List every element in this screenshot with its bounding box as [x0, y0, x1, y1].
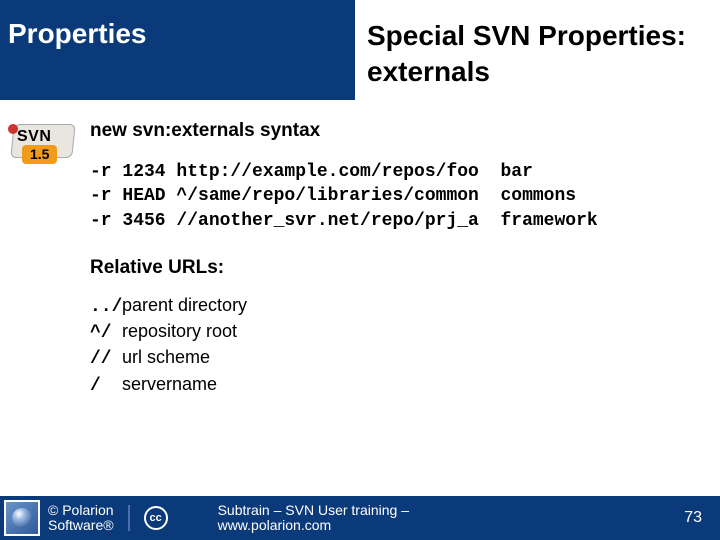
svn-logo-icon: SVN 1.5 [10, 120, 78, 168]
section-title: new svn:externals syntax [90, 120, 598, 142]
relative-url-item: //url scheme [90, 345, 598, 371]
copyright-line1: © Polarion [48, 503, 114, 518]
footer-center-text: Subtrain – SVN User training – www.polar… [168, 503, 685, 534]
svn-version-badge: 1.5 [22, 145, 57, 164]
code-block: -r 1234 http://example.com/repos/foo bar… [90, 160, 598, 233]
relative-url-item: /servername [90, 372, 598, 398]
cc-icon: cc [144, 506, 168, 530]
syntax-section: new svn:externals syntax -r 1234 http://… [90, 120, 598, 398]
rel-symbol: ^/ [90, 321, 122, 345]
header-right-title: Special SVN Properties: externals [355, 0, 720, 100]
code-line: -r HEAD ^/same/repo/libraries/common com… [90, 186, 576, 206]
rel-desc: parent directory [122, 295, 247, 315]
relative-urls-list: ../parent directory ^/repository root //… [90, 293, 598, 398]
rel-desc: url scheme [122, 347, 210, 367]
rel-symbol: ../ [90, 295, 122, 319]
header-title-line1: Special SVN Properties: [367, 18, 708, 54]
relative-url-item: ../parent directory [90, 293, 598, 319]
slide-footer: © Polarion Software® cc Subtrain – SVN U… [0, 496, 720, 540]
rel-symbol: / [90, 374, 122, 398]
code-line: -r 3456 //another_svr.net/repo/prj_a fra… [90, 211, 598, 231]
relative-url-item: ^/repository root [90, 319, 598, 345]
footer-center-line2: www.polarion.com [218, 518, 685, 533]
polarion-logo-icon [4, 500, 40, 536]
rel-desc: servername [122, 374, 217, 394]
relative-urls-title: Relative URLs: [90, 257, 598, 279]
rel-desc: repository root [122, 321, 237, 341]
code-line: -r 1234 http://example.com/repos/foo bar [90, 162, 533, 182]
svn-section: SVN 1.5 new svn:externals syntax -r 1234… [10, 120, 710, 398]
page-number: 73 [684, 509, 720, 527]
svn-logo-text: SVN [17, 128, 51, 146]
copyright-line2: Software® [48, 518, 114, 533]
rel-symbol: // [90, 347, 122, 371]
footer-divider [128, 505, 130, 531]
header-title-line2: externals [367, 54, 708, 90]
footer-center-line1: Subtrain – SVN User training – [218, 503, 685, 518]
footer-copyright: © Polarion Software® [48, 503, 114, 534]
slide-content: SVN 1.5 new svn:externals syntax -r 1234… [0, 100, 720, 398]
header-left-title: Properties [0, 0, 355, 100]
slide-header: Properties Special SVN Properties: exter… [0, 0, 720, 100]
